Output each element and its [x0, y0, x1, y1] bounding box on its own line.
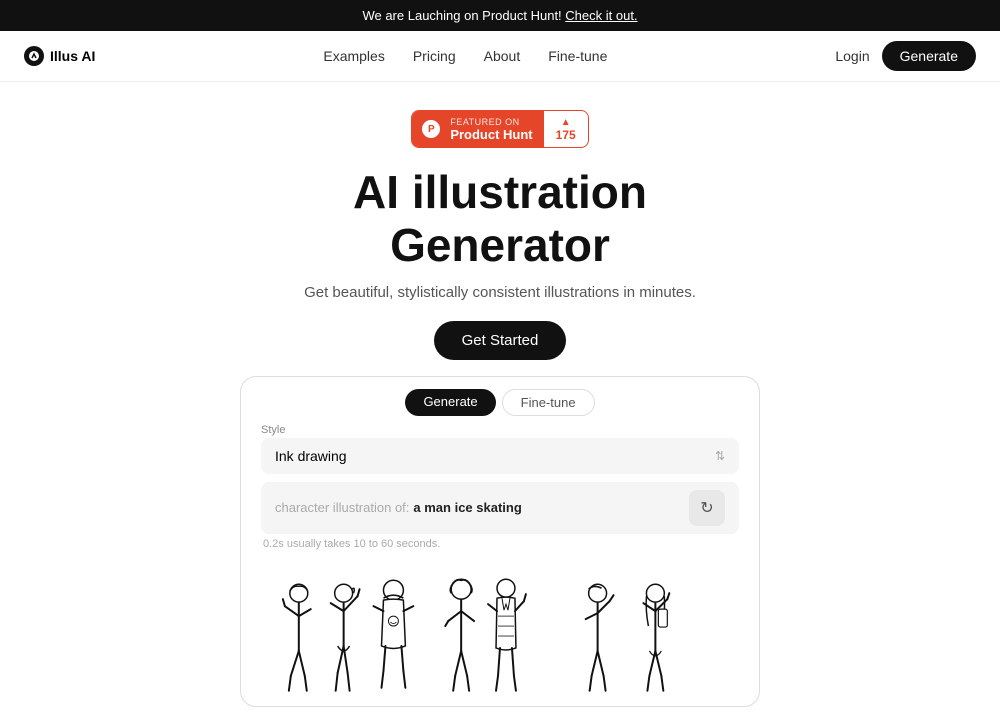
logo-icon [24, 46, 44, 66]
nav-links: Examples Pricing About Fine-tune [323, 48, 607, 64]
product-hunt-badge[interactable]: P FEATURED ON Product Hunt ▲ 175 [411, 110, 588, 148]
nav-right: Login Generate [835, 41, 976, 71]
logo-text: Illus AI [50, 48, 95, 64]
prompt-text[interactable]: a man ice skating [413, 500, 689, 515]
demo-form: Style Ink drawing ⇅ character illustrati… [241, 424, 759, 568]
style-input[interactable]: Ink drawing ⇅ [261, 438, 739, 474]
style-label: Style [261, 424, 739, 436]
nav-examples[interactable]: Examples [323, 48, 384, 64]
ph-logo-icon: P [422, 120, 440, 138]
illustration-row [241, 568, 759, 706]
style-dropdown-icon: ⇅ [715, 449, 725, 463]
hero-subtitle: Get beautiful, stylistically consistent … [304, 284, 696, 301]
banner-link[interactable]: Check it out. [565, 8, 637, 23]
nav-finetune[interactable]: Fine-tune [548, 48, 607, 64]
prompt-prefix: character illustration of: [275, 500, 409, 515]
ph-vote-count: 175 [556, 128, 576, 142]
nav-about[interactable]: About [484, 48, 521, 64]
get-started-button[interactable]: Get Started [434, 321, 567, 360]
top-banner: We are Lauching on Product Hunt! Check i… [0, 0, 1000, 31]
banner-text: We are Lauching on Product Hunt! [362, 8, 565, 23]
ph-text-block: FEATURED ON Product Hunt [446, 117, 532, 142]
navbar: Illus AI Examples Pricing About Fine-tun… [0, 31, 1000, 82]
hero-title-line1: AI illustration [353, 166, 647, 218]
processing-hint: 0.2s usually takes 10 to 60 seconds. [261, 538, 739, 550]
refresh-icon: ↻ [700, 498, 713, 518]
generate-small-button[interactable]: ↻ [689, 490, 725, 526]
ph-featured-text: FEATURED ON [450, 117, 532, 127]
demo-card: Generate Fine-tune Style Ink drawing ⇅ c… [240, 376, 760, 707]
logo[interactable]: Illus AI [24, 46, 95, 66]
login-button[interactable]: Login [835, 48, 869, 64]
ph-right: ▲ 175 [543, 111, 588, 147]
ph-name: Product Hunt [450, 127, 532, 142]
prompt-input-row[interactable]: character illustration of: a man ice ska… [261, 482, 739, 534]
illustration-group [251, 576, 749, 706]
hero-title: AI illustration Generator [353, 166, 647, 272]
style-value: Ink drawing [275, 448, 347, 464]
ph-left: P FEATURED ON Product Hunt [412, 111, 542, 147]
style-field: Style Ink drawing ⇅ [261, 424, 739, 474]
ph-arrow-icon: ▲ [561, 117, 571, 128]
tab-generate[interactable]: Generate [405, 389, 495, 416]
prompt-field: character illustration of: a man ice ska… [261, 482, 739, 550]
demo-tabs: Generate Fine-tune [241, 377, 759, 424]
generate-button[interactable]: Generate [882, 41, 976, 71]
tab-finetune[interactable]: Fine-tune [502, 389, 595, 416]
nav-pricing[interactable]: Pricing [413, 48, 456, 64]
hero-section: P FEATURED ON Product Hunt ▲ 175 AI illu… [0, 82, 1000, 723]
hero-title-line2: Generator [390, 219, 610, 271]
